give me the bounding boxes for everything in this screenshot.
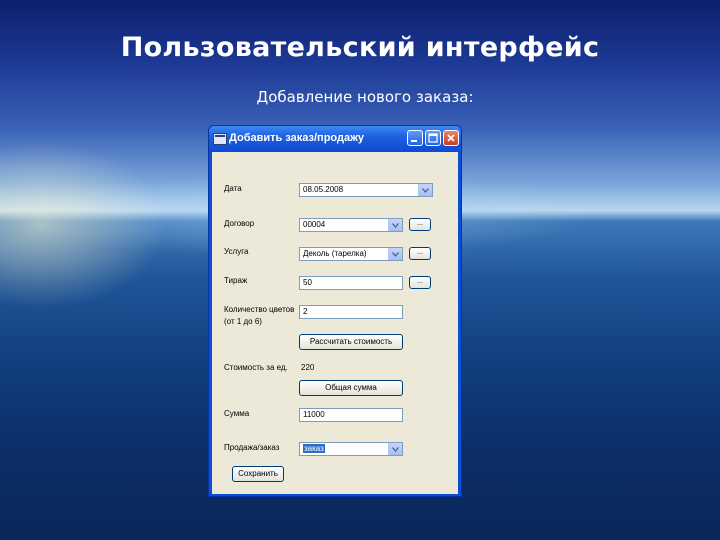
circulation-input[interactable]: 50 [299,276,403,290]
date-value: 08.05.2008 [303,185,344,194]
contract-value: 00004 [303,220,326,229]
unit-cost-value: 220 [301,363,315,372]
window-titlebar[interactable]: Добавить заказ/продажу [209,126,461,152]
sum-input[interactable]: 11000 [299,408,403,422]
total-sum-button[interactable]: Общая сумма [299,380,403,396]
sum-label: Сумма [224,409,250,418]
order-type-dropdown-button[interactable] [388,443,402,455]
close-button[interactable] [443,130,459,146]
order-type-select[interactable]: заказ [299,442,403,456]
maximize-button[interactable] [425,130,441,146]
contract-label: Договор [224,219,255,228]
type-label: Продажа/заказ [224,443,280,452]
close-icon [447,134,455,142]
slide-title: Пользовательский интерфейс [120,32,600,63]
service-select[interactable]: Деколь (тарелка) [299,247,403,261]
contract-browse-button[interactable]: ... [409,218,431,231]
maximize-icon [428,133,438,143]
minimize-button[interactable] [407,130,423,146]
colors-count-input[interactable]: 2 [299,305,403,319]
date-label: Дата [224,184,242,193]
circulation-browse-button[interactable]: ... [409,276,431,289]
window-title: Добавить заказ/продажу [229,132,365,144]
colors-label-line2: (от 1 до 6) [224,317,262,326]
chevron-down-icon [392,223,399,228]
unit-cost-label: Стоимость за ед. [224,363,288,372]
window-app-icon [213,133,227,145]
date-dropdown-button[interactable] [418,184,432,196]
save-button[interactable]: Сохранить [232,466,284,482]
service-browse-button[interactable]: ... [409,247,431,260]
slide-subtitle: Добавление нового заказа: [256,88,474,106]
contract-select[interactable]: 00004 [299,218,403,232]
chevron-down-icon [422,188,429,193]
contract-dropdown-button[interactable] [388,219,402,231]
calculate-cost-button[interactable]: Рассчитать стоимость [299,334,403,350]
chevron-down-icon [392,252,399,257]
service-dropdown-button[interactable] [388,248,402,260]
chevron-down-icon [392,447,399,452]
order-dialog-window: Добавить заказ/продажу Дата 08.05.2008 Д… [208,125,462,497]
colors-label-line1: Количество цветов [224,305,295,314]
service-label: Услуга [224,247,249,256]
date-picker[interactable]: 08.05.2008 [299,183,433,197]
minimize-icon [411,140,417,142]
order-type-value: заказ [303,444,325,453]
service-value: Деколь (тарелка) [303,249,367,258]
dialog-client-area: Дата 08.05.2008 Договор 00004 ... Услуга… [212,152,458,494]
circulation-label: Тираж [224,276,248,285]
